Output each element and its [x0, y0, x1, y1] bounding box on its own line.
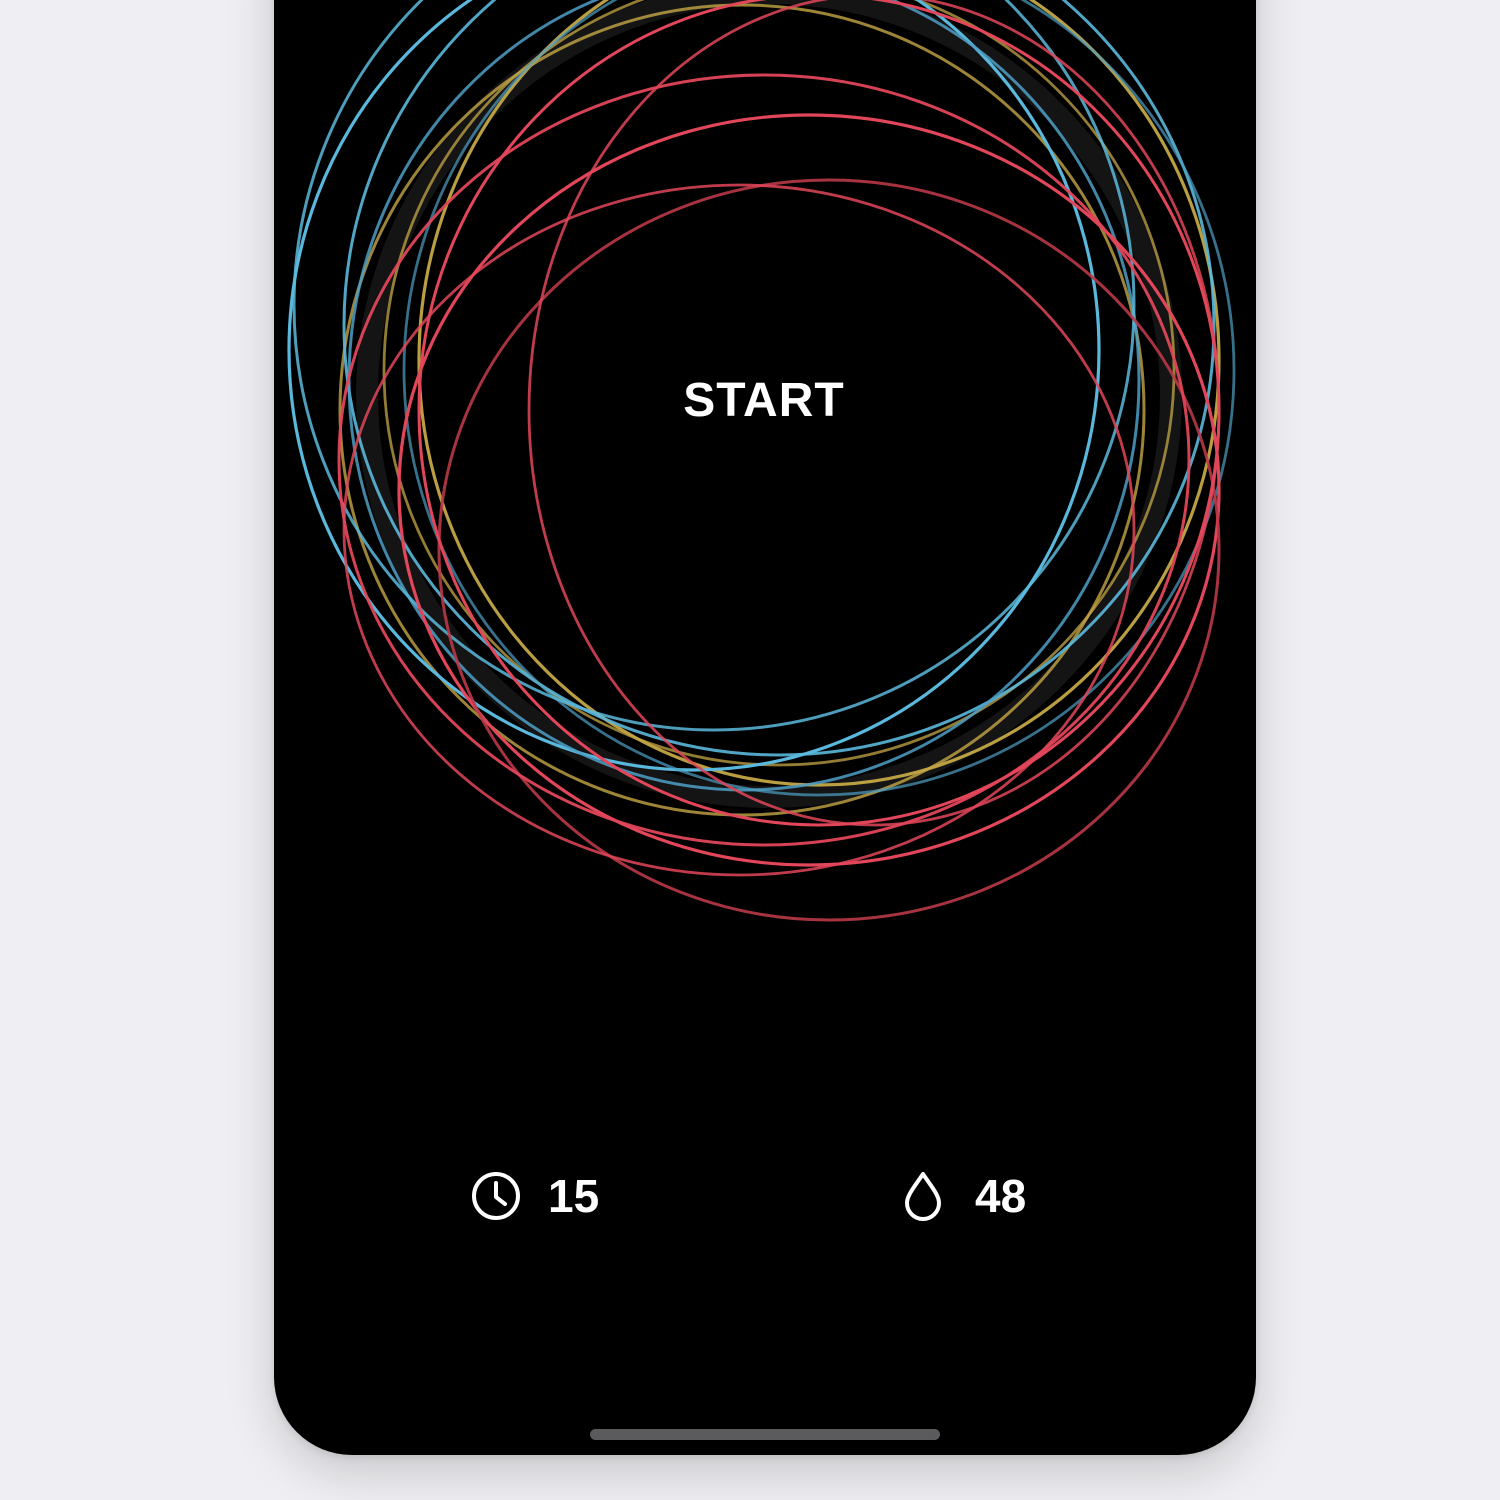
start-label: START — [683, 373, 845, 427]
drop-icon — [905, 1172, 941, 1221]
duration-value: 15 — [548, 1170, 600, 1222]
breaths-stat: 48 — [897, 1166, 1026, 1226]
start-button[interactable]: START — [604, 345, 924, 455]
breaths-value: 48 — [975, 1170, 1027, 1222]
clock-icon — [472, 1172, 520, 1220]
phone-screen: START 15 48 — [274, 0, 1256, 1455]
home-indicator[interactable] — [590, 1429, 940, 1440]
breathing-rings — [287, 0, 1236, 922]
duration-stat: 15 — [470, 1166, 599, 1226]
